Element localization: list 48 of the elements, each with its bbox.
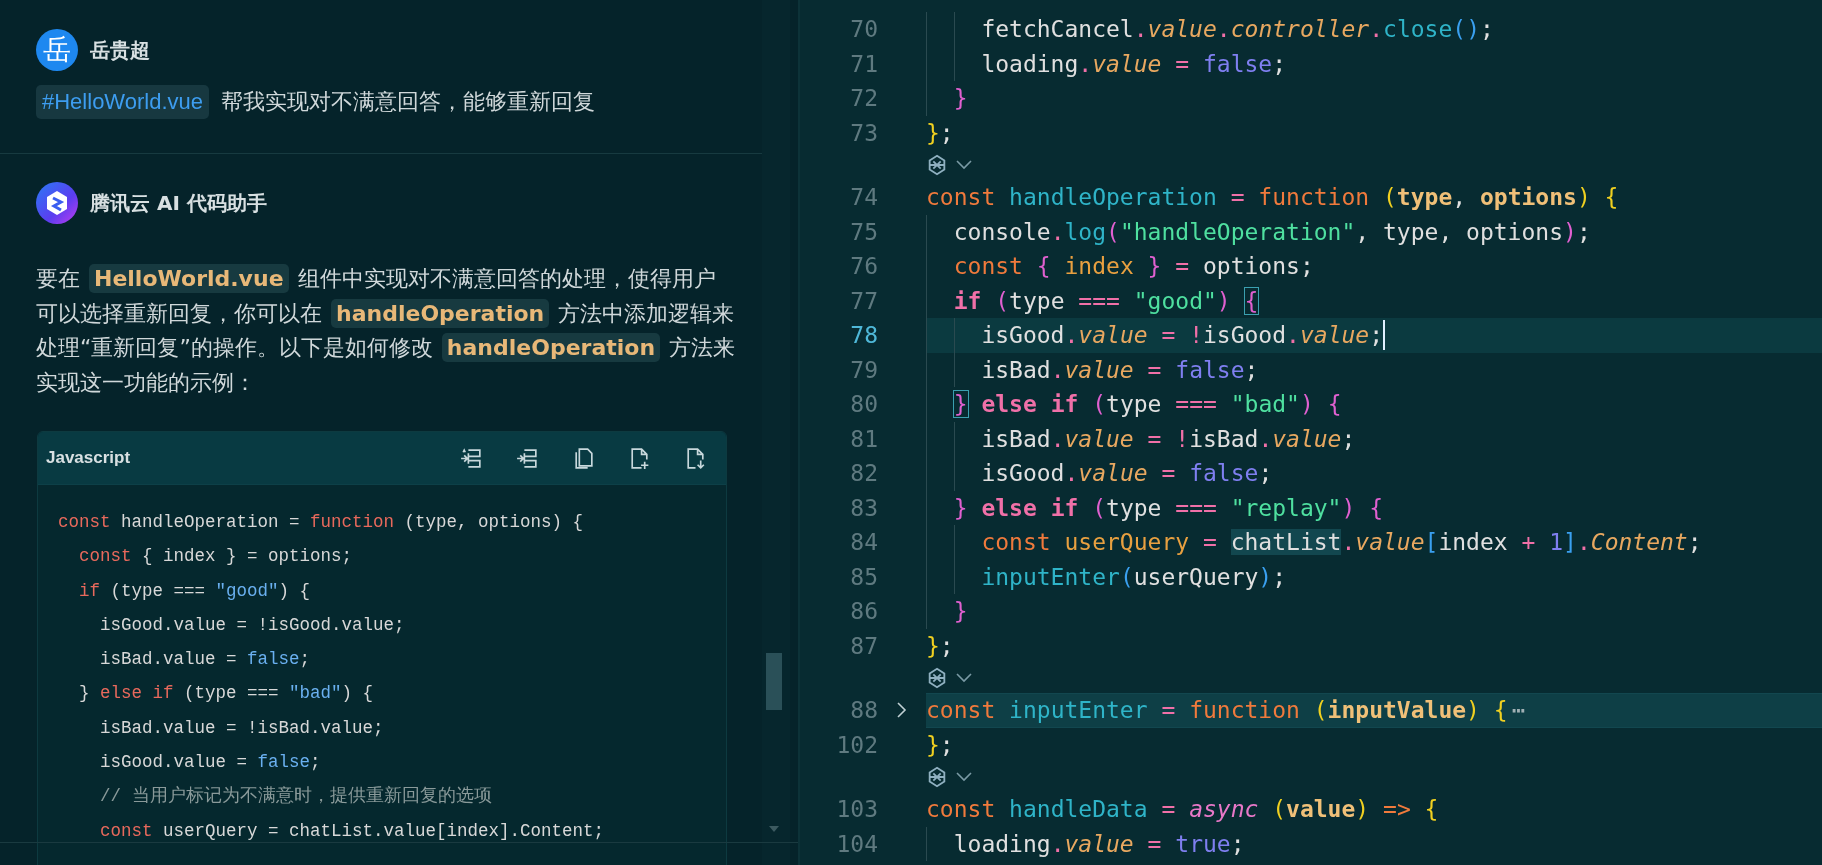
code-line: const userQuery = chatList.value[index].Content; <box>99 819 606 843</box>
line-number: 86 <box>849 598 878 625</box>
scrollbar-thumb[interactable] <box>766 653 782 710</box>
line-number: 70 <box>849 16 878 43</box>
line-number: 72 <box>849 85 878 112</box>
file-tag[interactable]: #HelloWorld.vue <box>36 85 209 119</box>
line-number: 71 <box>849 50 878 77</box>
author-name: 岳贵超 <box>90 36 150 64</box>
line-number: 103 <box>835 796 878 823</box>
code-line: } else if (type === "bad") { <box>78 682 375 706</box>
line-number: 73 <box>849 119 878 146</box>
line-number: 83 <box>849 494 878 521</box>
code-line: isBad.value = !isBad.value; <box>99 716 385 740</box>
hexagon-icon[interactable] <box>926 667 948 689</box>
line-number: 84 <box>849 529 878 556</box>
code-line: isBad.value = false; <box>99 648 312 672</box>
line-number: 82 <box>849 460 878 487</box>
code-line: isGood.value = !isGood.value; <box>99 613 406 637</box>
line-number: 78 <box>849 322 878 349</box>
chevron-down-icon[interactable] <box>956 160 972 170</box>
line-number: 85 <box>849 563 878 590</box>
line-number: 88 <box>849 697 878 724</box>
assistant-message: 要在 HelloWorld.vue 组件中实现对不满意回答的处理，使得用户可以选择重新回复，你可以在 handleOperation 方法中添加逻辑来处理“重新回复”的操作。以下是如何修改 handleOperation 方法来实现这一功能的示例： <box>36 263 736 397</box>
line-number: 80 <box>849 391 878 418</box>
code-line: // 当用户标记为不满意时，提供重新回复的选项 <box>99 785 493 809</box>
chevron-down-icon[interactable] <box>956 772 972 782</box>
line-number: 81 <box>849 425 878 452</box>
line-number: 79 <box>849 356 878 383</box>
hexagon-icon[interactable] <box>926 154 948 176</box>
assistant-avatar <box>36 182 78 224</box>
code-line: const { index } = options; <box>78 545 354 569</box>
user-avatar: 岳 <box>36 29 78 71</box>
author-name: 腾讯云 AI 代码助手 <box>90 189 267 217</box>
chevron-right-icon[interactable] <box>897 702 907 719</box>
line-number: 75 <box>849 218 878 245</box>
line-number: 74 <box>849 184 878 211</box>
user-message: 帮我实现对不满意回答，能够重新回复 <box>221 88 595 116</box>
chevron-down-icon[interactable] <box>956 673 972 683</box>
language-label: Javascript <box>46 448 131 468</box>
code-line: isGood.value = false; <box>99 751 322 775</box>
hexagon-icon[interactable] <box>926 766 948 788</box>
line-number: 102 <box>835 731 878 758</box>
line-number: 76 <box>849 253 878 280</box>
line-number: 77 <box>849 287 878 314</box>
line-number: 104 <box>835 830 878 857</box>
line-number: 87 <box>849 632 878 659</box>
code-line: if (type === "good") { <box>78 579 312 603</box>
code-line: const handleOperation = function (type, options) { <box>58 511 585 534</box>
